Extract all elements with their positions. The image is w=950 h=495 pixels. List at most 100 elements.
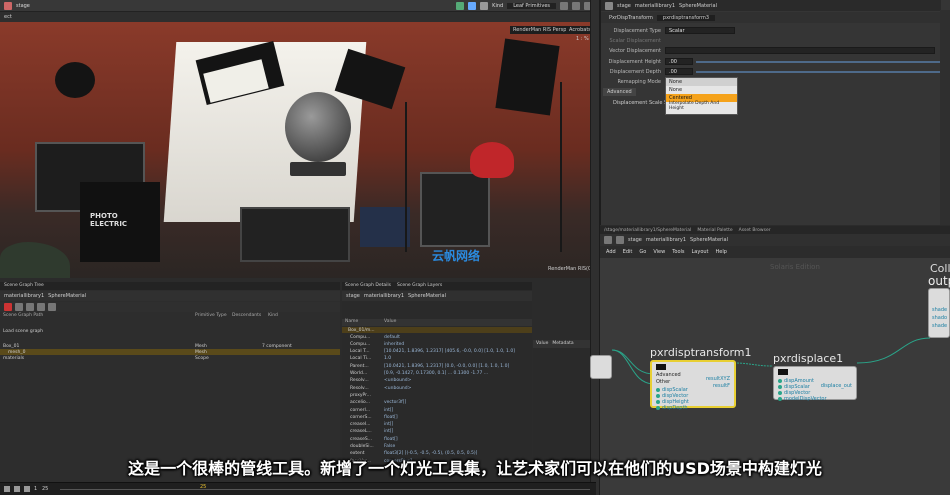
- vector-displacement-field[interactable]: [665, 47, 935, 54]
- play-back-icon[interactable]: [4, 486, 10, 492]
- light-icon[interactable]: [572, 1, 580, 10]
- port-output-2[interactable]: shado: [932, 315, 947, 321]
- plant-foreground: [0, 242, 70, 278]
- search-icon[interactable]: [26, 303, 34, 311]
- expand-icon[interactable]: [37, 303, 45, 311]
- right-tool-strip: [940, 10, 950, 225]
- end-frame[interactable]: 25: [42, 486, 48, 492]
- tab-scene-graph-details[interactable]: Scene Graph Details: [345, 283, 391, 289]
- node-icon: [778, 369, 788, 375]
- sg-path-matlib[interactable]: materiallibrary1: [4, 293, 44, 299]
- param-row: Displacement Type Scalar: [601, 26, 941, 35]
- select-tool-icon[interactable]: [456, 1, 465, 10]
- table-row[interactable]: Parent... [10.0421, 1.8396, 1.2317] [0.0,…: [342, 363, 532, 369]
- renderer-dropdown[interactable]: RenderMan RIS Persp: [510, 26, 570, 34]
- dropdown-current[interactable]: None: [666, 78, 737, 86]
- param-path-stage[interactable]: stage: [617, 3, 631, 9]
- displacement-type-dropdown[interactable]: Scalar: [665, 27, 735, 34]
- table-row[interactable]: creaseS... float[]: [342, 436, 532, 442]
- sg-col-path[interactable]: Scene Graph Path: [3, 313, 43, 318]
- props-col-value[interactable]: Value: [384, 319, 396, 324]
- remapping-mode-dropdown[interactable]: None None Centered Interpolate Depth And…: [665, 77, 738, 115]
- table-row[interactable]: Compu... default: [342, 334, 532, 340]
- scene-graph-tab[interactable]: Scene Graph Tree: [0, 282, 340, 290]
- house-icon[interactable]: [4, 1, 12, 10]
- props-path-stage[interactable]: stage: [346, 293, 360, 299]
- props-path-matlib[interactable]: materiallibrary1: [364, 293, 404, 299]
- record-icon[interactable]: [4, 303, 12, 311]
- scene-viewport[interactable]: stage Kind Leaf Primitives ect PHOTO ELEC…: [0, 0, 596, 278]
- table-row[interactable]: Local T... [10.0421, 1.8396, 1.2317] [405…: [342, 349, 532, 355]
- table-row[interactable]: doubleSi... False: [342, 444, 532, 450]
- table-row[interactable]: cornerS... float[]: [342, 414, 532, 420]
- props-path-material[interactable]: SphereMaterial: [408, 293, 446, 299]
- table-row[interactable]: materials Scope: [0, 355, 340, 361]
- back-icon[interactable]: [605, 1, 613, 10]
- snap-icon[interactable]: [560, 1, 568, 10]
- param-label: Remapping Mode: [617, 78, 661, 85]
- props-section[interactable]: Box_01/m...: [342, 327, 532, 333]
- port-resultf[interactable]: resultF: [713, 383, 730, 389]
- table-row[interactable]: cornerI... int[]: [342, 407, 532, 413]
- table-row[interactable]: World... [0.9, -0.1427, 0.17300, 0.1] ...…: [342, 371, 532, 377]
- port-dispdepth[interactable]: dispDepth: [656, 405, 688, 411]
- port-displace-out[interactable]: displace_out: [821, 383, 852, 389]
- table-row[interactable]: Compu... inherited: [342, 341, 532, 347]
- move-tool-icon[interactable]: [468, 1, 477, 10]
- tab-metadata[interactable]: Metadata: [552, 341, 573, 347]
- advanced-tab[interactable]: Advanced: [603, 88, 636, 96]
- depth-slider[interactable]: [696, 70, 941, 73]
- current-frame[interactable]: 1: [34, 486, 37, 492]
- props-col-name[interactable]: Name: [345, 319, 358, 324]
- red-helmet: [470, 142, 514, 178]
- param-label: Scalar Displacement: [609, 37, 661, 44]
- stop-icon[interactable]: [24, 486, 30, 492]
- table-row[interactable]: Resolv... <unbound>: [342, 385, 532, 391]
- node-disptransform[interactable]: Advanced Other dispScalar dispVector dis…: [650, 360, 736, 411]
- node-name-field[interactable]: pxrdisptransform3: [656, 14, 716, 21]
- node-type-label: PxrDispTransform: [609, 14, 653, 21]
- table-row[interactable]: Local Ti... 1.0: [342, 356, 532, 362]
- sg-col-type[interactable]: Primitive Type: [195, 313, 227, 318]
- play-icon[interactable]: [14, 486, 20, 492]
- dropdown-option-interpolate[interactable]: Interpolate Depth And Height: [666, 101, 737, 111]
- filter-icon[interactable]: [15, 303, 23, 311]
- softbox-far-right: [495, 38, 560, 116]
- node-displace[interactable]: dispAmount dispScalar dispVector modelDi…: [773, 366, 857, 402]
- rotate-tool-icon[interactable]: [480, 1, 489, 10]
- param-path-matlib[interactable]: materiallibrary1: [635, 3, 675, 9]
- table-row[interactable]: accelio... vector3f[]: [342, 400, 532, 406]
- timeline-marker[interactable]: 25: [200, 484, 206, 490]
- tab-scene-graph-layers[interactable]: Scene Graph Layers: [397, 283, 442, 289]
- param-path-material[interactable]: SphereMaterial: [679, 3, 717, 9]
- displacement-height-field[interactable]: .00: [665, 58, 693, 65]
- node-output[interactable]: shade shado shade: [928, 288, 950, 338]
- tab-value[interactable]: Value: [536, 341, 548, 347]
- port-output-1[interactable]: shade: [932, 307, 947, 313]
- port-advanced[interactable]: Advanced: [656, 372, 681, 378]
- timeline-bar[interactable]: 1 25 25: [0, 482, 596, 495]
- timeline-track[interactable]: [60, 489, 590, 490]
- height-slider[interactable]: [696, 60, 941, 63]
- table-row[interactable]: Resolv... <unbound>: [342, 378, 532, 384]
- speaker-logo: PHOTO ELECTRIC: [90, 212, 128, 228]
- port-output-3[interactable]: shade: [932, 323, 947, 329]
- sg-path-material[interactable]: SphereMaterial: [48, 293, 86, 299]
- sg-col-kind[interactable]: Kind: [268, 313, 278, 318]
- table-row[interactable]: creaseL... int[]: [342, 429, 532, 435]
- port-other[interactable]: Other: [656, 379, 670, 385]
- kind-label: Kind: [492, 2, 504, 9]
- viewport-title: stage: [16, 2, 30, 9]
- viewport-path: ect: [4, 14, 12, 20]
- video-subtitle: 这是一个很棒的管线工具。新增了一个灯光工具集，让艺术家们可以在他们的USD场景中…: [128, 459, 822, 478]
- sg-col-desc[interactable]: Descendants: [232, 313, 261, 318]
- port-resultxyz[interactable]: resultXYZ: [706, 376, 730, 382]
- port-modeldispvector[interactable]: modelDispVector: [778, 396, 827, 402]
- table-row[interactable]: creaseI... int[]: [342, 422, 532, 428]
- kind-dropdown[interactable]: Leaf Primitives: [507, 2, 556, 9]
- upstream-node[interactable]: [590, 355, 612, 379]
- collapse-icon[interactable]: [48, 303, 56, 311]
- table-row[interactable]: proxyPr...: [342, 392, 532, 398]
- displacement-depth-field[interactable]: .00: [665, 68, 693, 75]
- dropdown-option-none[interactable]: None: [666, 86, 737, 94]
